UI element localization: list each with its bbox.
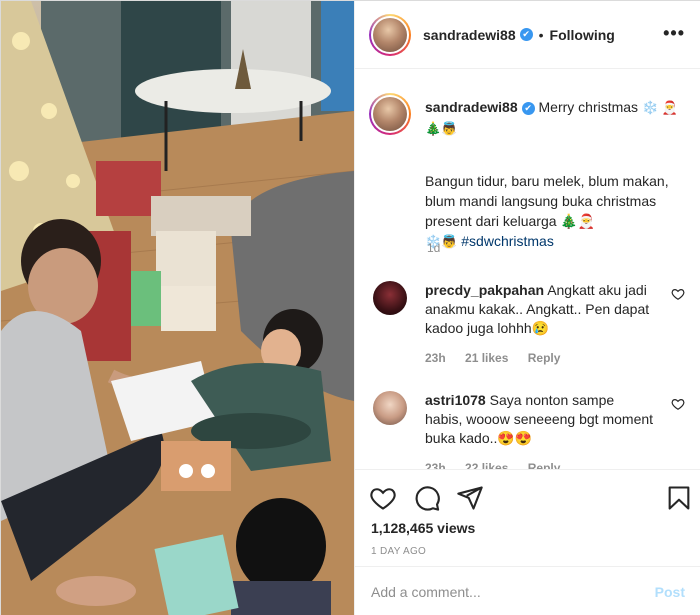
comment-likes[interactable]: 21 likes [465,351,508,365]
share-icon[interactable] [456,484,484,512]
heart-icon[interactable] [369,484,397,512]
comment-time: 23h [425,351,446,365]
second-child-head [236,498,326,594]
caption-username[interactable]: sandradewi88 [425,99,518,115]
add-comment-bar: Add a comment... Post [355,566,700,615]
post-media[interactable] [1,1,354,615]
verified-icon: ✔ [519,28,533,41]
caption-body-text: Bangun tidur, baru melek, blum makan, bl… [425,173,669,229]
following-button[interactable]: Following [550,27,615,43]
comment-like-icon[interactable] [671,397,685,411]
comment-meta: 23h 21 likes Reply [425,351,576,365]
comment-avatar[interactable] [373,281,407,315]
caption-verified-icon: ✔ [521,101,535,115]
avatar[interactable] [373,17,407,52]
caption-avatar-ring[interactable] [369,93,411,135]
comment-input[interactable]: Add a comment... [371,584,655,600]
separator-dot: • [538,26,544,43]
comment-icon[interactable] [413,484,441,512]
comment-username[interactable]: precdy_pakpahan [425,282,544,298]
avatar-ring[interactable] [369,13,411,56]
header-username[interactable]: sandradewi88 [423,27,516,43]
reindeer-box [161,441,231,491]
comment-reply-button[interactable]: Reply [528,351,561,365]
caption-age: 1d [427,241,441,255]
caption-text: sandradewi88 ✔ Merry christmas ❄️ 🎅🎄👼 Ban… [425,97,687,252]
post-button[interactable]: Post [655,584,685,600]
more-icon[interactable]: ••• [663,23,685,44]
comment-username[interactable]: astri1078 [425,392,486,408]
hashtag-link[interactable]: #sdwchristmas [461,233,554,249]
comment-text: precdy_pakpahan Angkatt aku jadi anakmu … [425,281,655,338]
post-actions: 1,128,465 views 1 DAY AGO [355,469,700,566]
bookmark-icon[interactable] [665,484,693,512]
post-date: 1 DAY AGO [371,546,427,557]
instagram-post: sandradewi88 ✔ • Following ••• sandradew… [0,0,700,615]
views-count[interactable]: 1,128,465 views [371,520,475,536]
caption-body: Bangun tidur, baru melek, blum makan, bl… [425,171,687,252]
comment-avatar[interactable] [373,391,407,425]
post-header: sandradewi88 ✔ • Following ••• [355,1,700,69]
caption-avatar[interactable] [373,97,407,131]
caption-title: Merry christmas [538,99,639,115]
comment-like-icon[interactable] [671,287,685,301]
post-details-panel: sandradewi88 ✔ • Following ••• sandradew… [354,1,700,615]
media-illustration [1,1,354,615]
comment-text: astri1078 Saya nonton sampe habis, wooow… [425,391,655,448]
